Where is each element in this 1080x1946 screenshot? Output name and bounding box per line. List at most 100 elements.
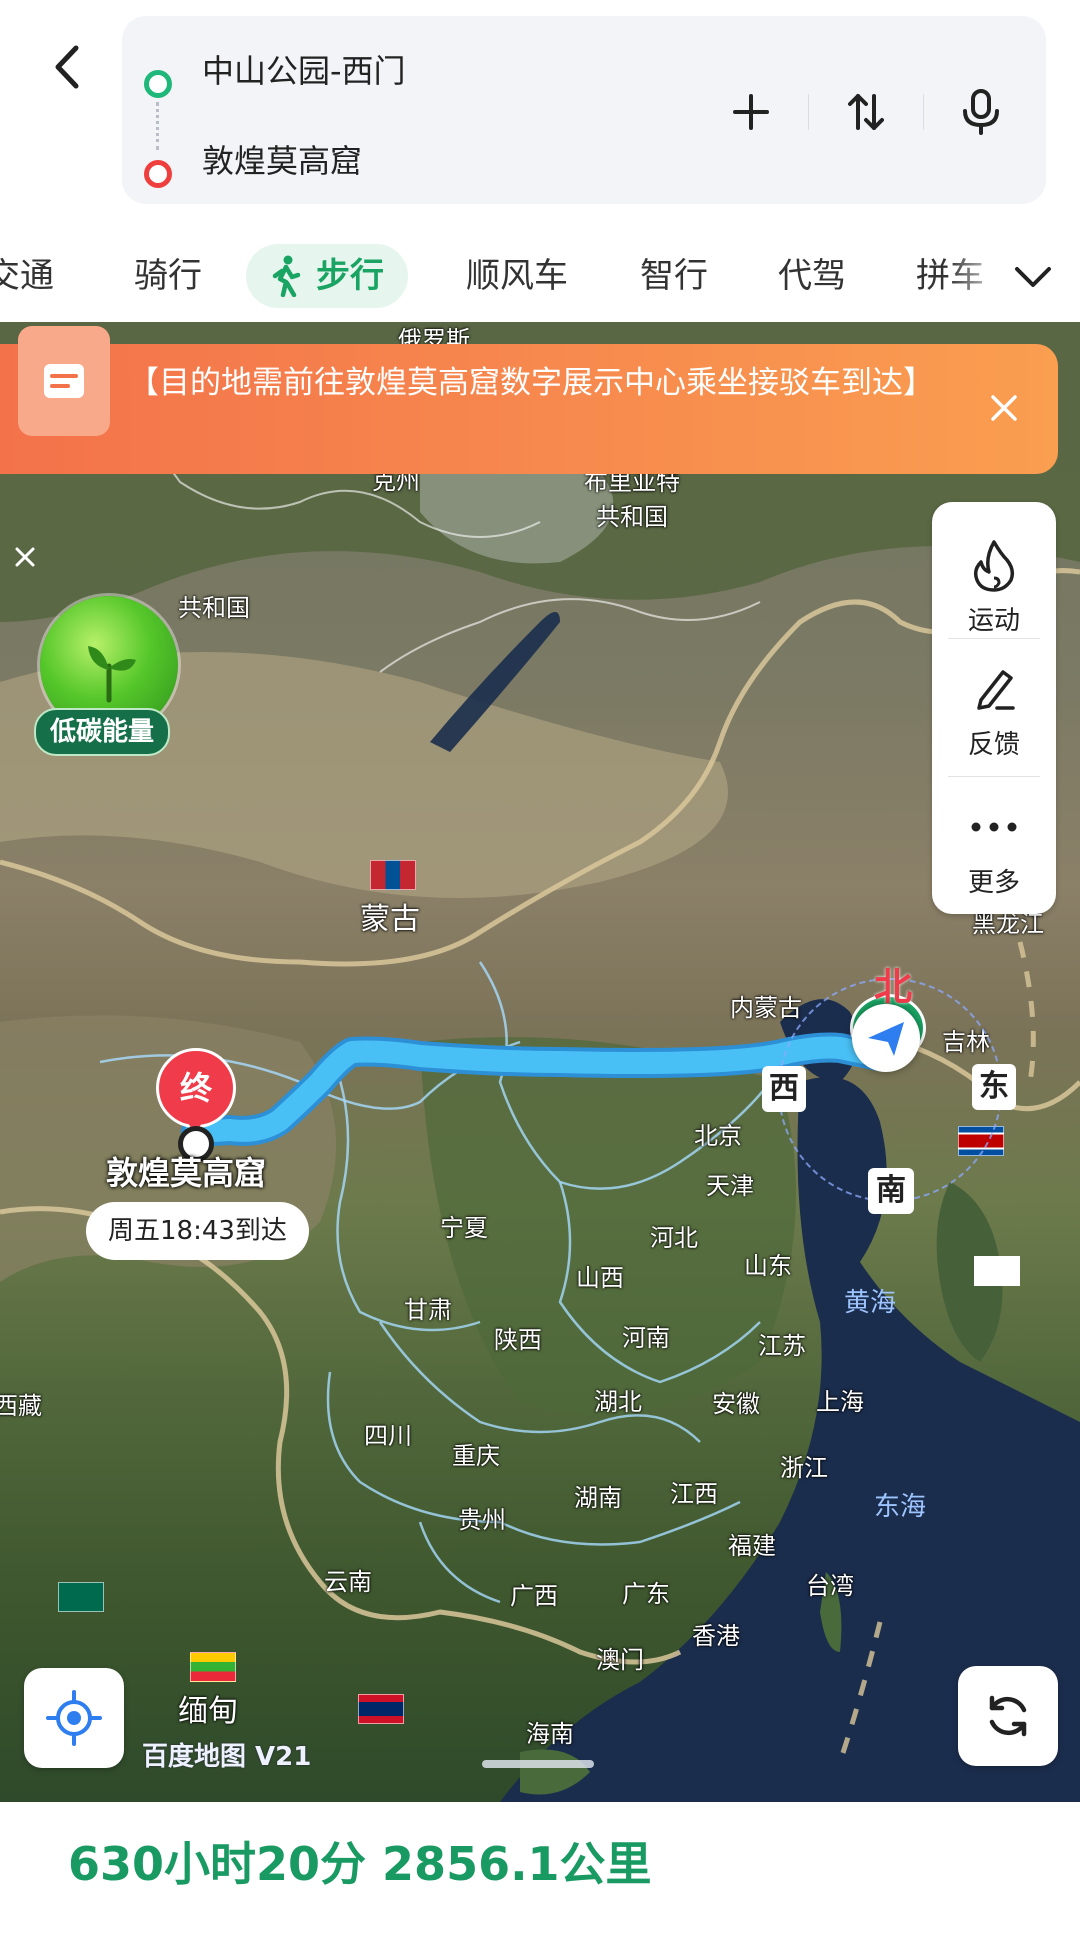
divider: [948, 638, 1040, 639]
map-label-hunan: 湖南: [574, 1484, 622, 1512]
route-header: 中山公园-西门 敦煌莫高窟: [0, 0, 1080, 230]
carbon-close-button[interactable]: [8, 540, 42, 574]
notice-banner[interactable]: 【目的地需前往敦煌莫高窟数字展示中心乘坐接驳车到达】: [0, 326, 1058, 474]
start-location-field[interactable]: 中山公园-西门: [202, 46, 406, 92]
travel-mode-tabs: 交通 骑行 步行 顺风车 智行 代驾 拼车: [0, 230, 1080, 322]
chevron-down-icon: [1015, 267, 1051, 287]
swap-icon: [848, 94, 884, 130]
back-button[interactable]: [40, 40, 94, 94]
more-button[interactable]: 更多: [932, 782, 1056, 902]
map-label-xizang: 西藏: [0, 1392, 42, 1420]
route-summary: 630小时20分 2856.1公里: [68, 1837, 652, 1891]
tab-smart-travel[interactable]: 智行: [640, 244, 708, 308]
tab-carpool-ride[interactable]: 顺风车: [466, 244, 568, 308]
sport-label: 运动: [967, 606, 1020, 636]
map-logo: 百度地图 V21: [142, 1742, 312, 1772]
notice-close-button[interactable]: [980, 384, 1028, 432]
myanmar-flag-icon: [190, 1652, 236, 1682]
map-label-anhui: 安徽: [712, 1390, 760, 1418]
more-tabs-button[interactable]: [1008, 252, 1058, 302]
compass-south: 南: [868, 1168, 914, 1214]
route-summary-sheet[interactable]: 630小时20分 2856.1公里: [14, 1806, 1064, 1946]
walking-person-icon: [272, 255, 301, 297]
end-dot-icon: [144, 160, 172, 188]
current-location-marker[interactable]: [852, 1004, 920, 1072]
drag-handle[interactable]: [482, 1760, 594, 1768]
microphone-icon: [963, 89, 999, 135]
map-label-huanghai: 黄海: [844, 1288, 897, 1318]
divider: [808, 94, 809, 130]
tab-walking[interactable]: 步行: [246, 244, 408, 308]
destination-label: 敦煌莫高窟: [106, 1154, 267, 1192]
locate-icon: [46, 1690, 102, 1746]
map-label-hebei: 河北: [650, 1224, 698, 1252]
laos-flag-icon: [358, 1694, 404, 1724]
map-label-henan: 河南: [622, 1324, 670, 1352]
divider: [948, 776, 1040, 777]
end-marker-label: 终: [156, 1048, 236, 1128]
map-label-myanmar: 缅甸: [178, 1694, 238, 1729]
bangladesh-flag-icon: [58, 1582, 104, 1612]
map-label-donghai: 东海: [874, 1492, 927, 1522]
swap-button[interactable]: [825, 80, 907, 144]
route-actions: [710, 80, 1022, 144]
map-label-hongkong: 香港: [692, 1622, 740, 1650]
voice-button[interactable]: [940, 80, 1022, 144]
eta-bubble: 周五18:43到达: [86, 1202, 309, 1260]
navigation-arrow-icon: [868, 1022, 904, 1056]
feedback-button[interactable]: 反馈: [932, 644, 1056, 764]
add-stop-button[interactable]: [710, 80, 792, 144]
map-label-guangdong: 广东: [622, 1580, 670, 1608]
mongolia-flag-icon: [370, 860, 416, 890]
close-icon: [991, 395, 1017, 421]
compass-west: 西: [762, 1066, 806, 1112]
locate-me-button[interactable]: [24, 1668, 124, 1768]
feedback-label: 反馈: [967, 730, 1020, 760]
refresh-route-button[interactable]: [958, 1666, 1058, 1766]
more-dots-icon: [969, 800, 1019, 854]
map-label-beijing: 北京: [694, 1122, 742, 1150]
tab-walking-label: 步行: [316, 256, 384, 296]
map-label-shanxi: 山西: [576, 1264, 624, 1292]
tab-cycling[interactable]: 骑行: [134, 244, 202, 308]
message-icon: [18, 326, 110, 436]
map-label-shandong: 山东: [744, 1252, 792, 1280]
map-label-shanghai: 上海: [816, 1388, 864, 1416]
map-label-shaanxi: 陕西: [494, 1326, 542, 1354]
map-label-zhejiang: 浙江: [780, 1454, 828, 1482]
edit-icon: [969, 662, 1019, 716]
compass-east: 东: [972, 1064, 1016, 1110]
map-label-hainan: 海南: [526, 1720, 574, 1748]
more-label: 更多: [967, 868, 1020, 898]
map-label-tianjin: 天津: [706, 1172, 754, 1200]
map-label-fujian: 福建: [728, 1532, 776, 1560]
plus-icon: [733, 94, 769, 130]
map-label-gansu: 甘肃: [404, 1296, 452, 1324]
low-carbon-energy-label: 低碳能量: [34, 708, 171, 756]
end-location-field[interactable]: 敦煌莫高窟: [202, 136, 362, 182]
chevron-left-icon: [55, 45, 79, 89]
map-label-taiwan: 台湾: [806, 1572, 854, 1600]
map-label-ningxia: 宁夏: [440, 1214, 488, 1242]
south-korea-flag-icon: [974, 1256, 1020, 1286]
sport-button[interactable]: 运动: [932, 520, 1056, 640]
route-inputs: 中山公园-西门 敦煌莫高窟: [122, 16, 1046, 204]
map-label-hubei: 湖北: [594, 1388, 642, 1416]
tab-designated-driver[interactable]: 代驾: [778, 244, 846, 308]
divider: [923, 94, 924, 130]
map-label-guizhou: 贵州: [458, 1506, 506, 1534]
tab-transit[interactable]: 交通: [0, 244, 54, 308]
map-label-macau: 澳门: [596, 1646, 644, 1674]
notice-text: 【目的地需前往敦煌莫高窟数字展示中心乘坐接驳车到达】: [128, 365, 934, 401]
map-side-panel: 运动 反馈 更多: [932, 502, 1056, 914]
map-label-guangxi: 广西: [510, 1582, 558, 1610]
close-icon: [15, 547, 35, 567]
map-label-jiangxi: 江西: [670, 1480, 718, 1508]
map-label-neimenggu: 内蒙古: [730, 994, 802, 1022]
start-dot-icon: [144, 70, 172, 98]
refresh-icon: [989, 1695, 1027, 1737]
tabs-fade: [948, 244, 1008, 308]
end-marker[interactable]: 终: [156, 1048, 236, 1138]
map-label-chongqing: 重庆: [452, 1442, 500, 1470]
map-label-tuva: 共和国: [178, 594, 250, 622]
